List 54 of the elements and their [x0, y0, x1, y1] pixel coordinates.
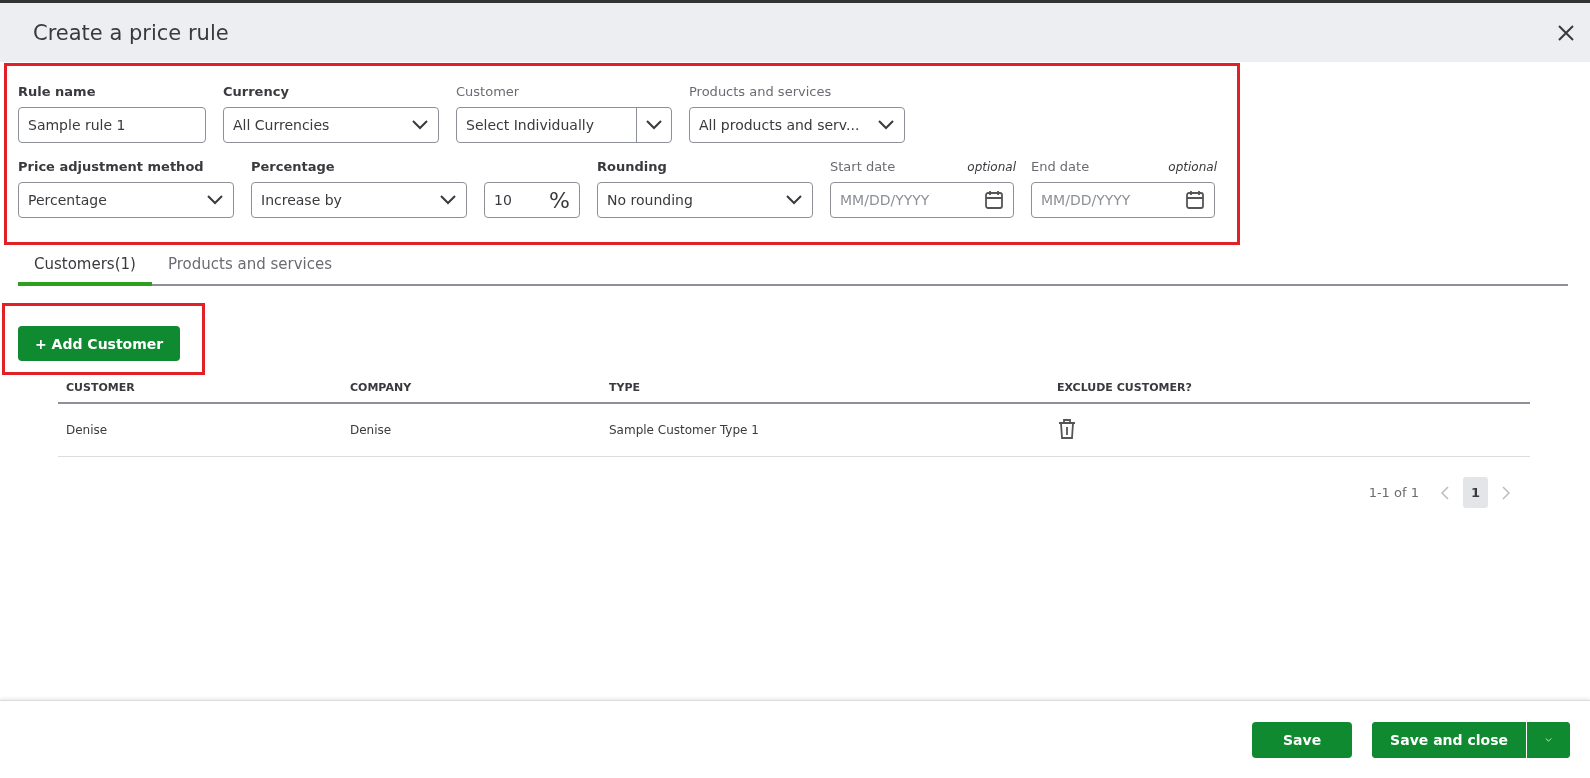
page-range: 1-1 of 1 — [1368, 485, 1419, 500]
field-label: Percentage — [251, 159, 335, 174]
chevron-down-icon — [785, 194, 803, 206]
chevron-down-icon — [439, 194, 457, 206]
field-label: Products and services — [689, 84, 832, 99]
column-header: TYPE — [609, 381, 642, 394]
tab[interactable]: Products and services — [151, 247, 348, 286]
dialog-title: Create a price rule — [33, 20, 229, 45]
percent-field[interactable]: 10 % — [484, 182, 580, 218]
dropdown-field[interactable]: No rounding — [597, 182, 813, 218]
field-label: End date — [1031, 159, 1090, 174]
field-label: Customer — [456, 84, 520, 99]
dropdown-value: Select Individually — [466, 117, 594, 133]
field-label: Rounding — [597, 159, 667, 174]
optional-note: optional — [967, 160, 1016, 174]
field-label: Start date — [830, 159, 896, 174]
calendar-icon — [984, 190, 1004, 210]
chevron-down-icon — [206, 194, 224, 206]
table-cell: Sample Customer Type 1 — [609, 423, 759, 437]
field-label: Currency — [223, 84, 289, 99]
dropdown-value: All Currencies — [233, 117, 330, 133]
add-customer-button[interactable]: + Add Customer — [18, 326, 181, 361]
field-label: Rule name — [18, 84, 96, 99]
field-label: Price adjustment method — [18, 159, 204, 174]
date-placeholder: MM/DD/YYYY — [840, 192, 930, 208]
save-button[interactable]: Save — [1252, 721, 1353, 758]
dropdown-field[interactable]: All products and serv... — [689, 107, 905, 143]
column-header: COMPANY — [350, 381, 413, 394]
dropdown-value: All products and serv... — [699, 117, 860, 133]
tab[interactable]: Customers(1) — [18, 247, 152, 286]
table-cell: Denise — [66, 423, 108, 437]
more-options-button[interactable] — [1526, 721, 1570, 758]
optional-note: optional — [1168, 160, 1217, 174]
rule-name-field[interactable]: Sample rule 1 — [18, 107, 206, 143]
dropdown-value: Percentage — [28, 192, 107, 208]
chevron-down-icon — [411, 119, 429, 131]
dropdown-field[interactable]: Percentage — [18, 182, 234, 218]
dropdown-value: No rounding — [607, 192, 693, 208]
dropdown-field[interactable]: Select Individually — [456, 107, 672, 143]
date-placeholder: MM/DD/YYYY — [1041, 192, 1131, 208]
column-header: EXCLUDE CUSTOMER? — [1057, 381, 1193, 394]
dropdown-field[interactable]: All Currencies — [223, 107, 439, 143]
table-cell: Denise — [350, 423, 392, 437]
calendar-icon — [1185, 190, 1205, 210]
chevron-down-icon — [645, 119, 663, 131]
close-icon[interactable] — [1558, 24, 1574, 41]
trash-icon[interactable] — [1057, 417, 1077, 440]
dropdown-field[interactable]: Increase by — [251, 182, 467, 218]
chevron-down-icon — [877, 119, 895, 131]
dropdown-value: Increase by — [261, 192, 342, 208]
page-button[interactable]: 1 — [1462, 477, 1488, 508]
column-header: CUSTOMER — [66, 381, 136, 394]
field-value: 10 — [494, 192, 512, 208]
percent-sign: % — [549, 187, 570, 213]
